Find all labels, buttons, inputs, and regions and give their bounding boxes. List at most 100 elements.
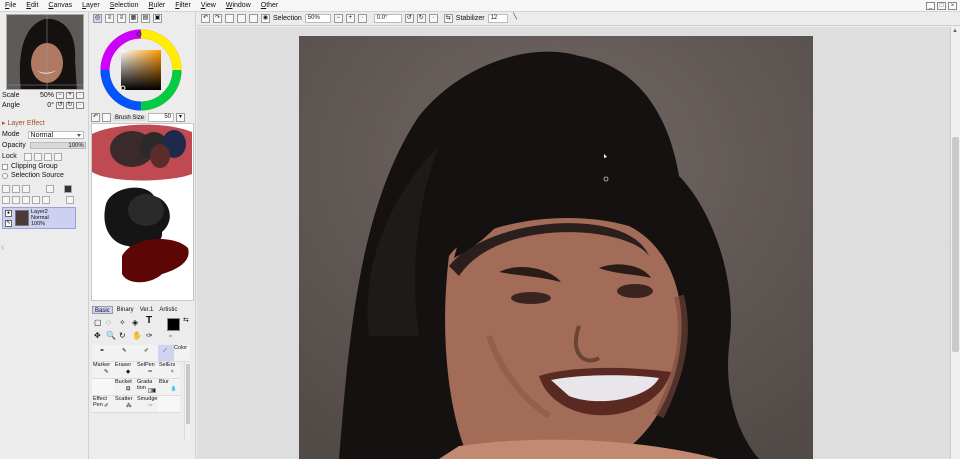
toolbar-rotate-left-icon[interactable]: ↺ xyxy=(404,14,414,23)
layer-color-icon[interactable] xyxy=(64,184,72,193)
toolbar-zoom-reset-icon[interactable]: · xyxy=(357,14,367,23)
rotate-left-button[interactable]: ↺ xyxy=(56,102,64,109)
tab-binary[interactable]: Binary xyxy=(115,306,136,314)
selection-source-radio[interactable] xyxy=(2,172,8,179)
zoom-select[interactable]: 50% xyxy=(304,14,331,23)
swatches-tab-icon[interactable]: ▤ xyxy=(141,14,150,23)
tool-scatter[interactable]: Scatter ⁂ xyxy=(114,396,136,413)
move-icon[interactable]: ✥ xyxy=(94,332,101,340)
color-mixer-tab-icon[interactable]: ▦ xyxy=(129,14,138,23)
lasso-icon[interactable]: ◌ xyxy=(106,319,111,327)
undo-icon[interactable]: ↶ xyxy=(201,14,210,23)
left-collapse-arrow-icon[interactable]: ‹ xyxy=(1,242,4,253)
menu-selection[interactable]: Selection xyxy=(105,0,144,12)
layer-settings-icon[interactable] xyxy=(66,195,74,204)
stabilizer-select[interactable]: 12 xyxy=(487,14,508,23)
tool-airbrush[interactable]: ✎ xyxy=(114,345,136,362)
toolbar-zoom-in-icon[interactable]: + xyxy=(345,14,355,23)
layer-mask-icon[interactable] xyxy=(22,184,30,193)
primary-color-swatch[interactable] xyxy=(167,318,180,331)
tool-smudge[interactable]: Smudge ☞ xyxy=(136,396,158,413)
close-button[interactable]: × xyxy=(948,2,957,10)
menu-edit[interactable]: Edit xyxy=(21,0,43,12)
minimize-button[interactable]: _ xyxy=(926,2,935,10)
text-tool-icon[interactable]: T xyxy=(146,316,152,326)
delete-layer-icon[interactable] xyxy=(42,195,50,204)
tool-blur[interactable]: Blur 💧 xyxy=(158,379,180,396)
zoom-icon[interactable]: 🔍 xyxy=(106,332,116,340)
tool-effect-pen[interactable]: Effect Pen ✐ xyxy=(92,396,114,413)
redo-icon[interactable]: ↷ xyxy=(213,14,222,23)
menu-window[interactable]: Window xyxy=(221,0,256,12)
tool-list-scrollbar[interactable] xyxy=(184,362,190,440)
swap-colors-icon[interactable]: ⇆ xyxy=(183,317,189,324)
rgb-slider-tab-icon[interactable]: ≡ xyxy=(105,14,114,23)
merge-visible-icon[interactable] xyxy=(22,195,30,204)
canvas-area[interactable]: › xyxy=(197,27,952,459)
transparent-color-icon[interactable]: ▫ xyxy=(169,333,171,340)
rotate-icon[interactable]: ↻ xyxy=(119,332,126,340)
zoom-reset-button[interactable]: · xyxy=(76,92,84,99)
toolbar-rotate-reset-icon[interactable]: · xyxy=(428,14,438,23)
navigator-thumbnail[interactable] xyxy=(6,14,84,90)
undo-color-icon[interactable]: ↶ xyxy=(91,113,100,122)
new-layer-icon[interactable] xyxy=(2,184,10,193)
zoom-in-button[interactable]: + xyxy=(66,92,74,99)
tab-basic[interactable]: Basic xyxy=(92,306,113,314)
tool-color[interactable]: Color xyxy=(174,345,190,362)
menu-ruler[interactable]: Ruler xyxy=(143,0,170,12)
artwork-canvas[interactable] xyxy=(299,36,813,459)
flip-icon[interactable] xyxy=(46,184,54,193)
scratchpad-tab-icon[interactable]: ▣ xyxy=(153,14,162,23)
color-wheel-tab-icon[interactable]: ◎ xyxy=(93,14,102,23)
menu-filter[interactable]: Filter xyxy=(170,0,196,12)
toolbar-rotate-right-icon[interactable]: ↻ xyxy=(416,14,426,23)
tool-watercolor[interactable]: ⟋ xyxy=(158,345,174,362)
rotate-right-button[interactable]: ↻ xyxy=(66,102,74,109)
scale-value[interactable]: 50% xyxy=(28,92,54,99)
scratchpad[interactable] xyxy=(91,123,194,301)
brush-size-value[interactable]: 50 xyxy=(148,113,175,122)
layer-effect-header[interactable]: ▸ Layer Effect xyxy=(2,119,87,128)
vertical-scrollbar[interactable]: ▲ xyxy=(950,27,960,459)
tool-brush[interactable]: ✐ xyxy=(136,345,158,362)
clear-icon[interactable] xyxy=(249,14,258,23)
hsv-slider-tab-icon[interactable]: ≡ xyxy=(117,14,126,23)
select-pen-icon[interactable]: ◈ xyxy=(132,319,138,327)
tool-selers[interactable]: SelErs ✧ xyxy=(158,362,180,379)
clipping-group-checkbox[interactable] xyxy=(2,163,8,170)
magic-wand-icon[interactable]: ✧ xyxy=(119,319,126,327)
toolbar-zoom-out-icon[interactable]: − xyxy=(333,14,343,23)
tool-marker[interactable]: Marker ✎ xyxy=(92,362,114,379)
menu-canvas[interactable]: Canvas xyxy=(43,0,77,12)
invert-selection-icon[interactable] xyxy=(237,14,246,23)
angle-value[interactable]: 0° xyxy=(28,102,54,109)
color-wheel[interactable] xyxy=(99,28,183,112)
clear-layer-icon[interactable] xyxy=(32,195,40,204)
flip-horizontal-icon[interactable]: ⇆ xyxy=(443,14,453,23)
rect-select-icon[interactable]: ▢ xyxy=(94,319,102,327)
tool-gradation[interactable]: Grada tion xyxy=(136,379,158,396)
transfer-down-icon[interactable] xyxy=(2,195,10,204)
new-folder-icon[interactable] xyxy=(12,184,20,193)
tool-selpen[interactable]: SelPen ✑ xyxy=(136,362,158,379)
scroll-thumb[interactable] xyxy=(952,137,959,352)
blend-mode-select[interactable]: Normal xyxy=(27,130,84,139)
restore-button[interactable]: □ xyxy=(937,2,946,10)
scroll-up-icon[interactable]: ▲ xyxy=(952,28,958,34)
rotate-reset-button[interactable]: · xyxy=(76,102,84,109)
menu-layer[interactable]: Layer xyxy=(77,0,105,12)
hand-icon[interactable]: ✋ xyxy=(132,332,142,340)
eye-icon[interactable]: ● xyxy=(5,210,12,217)
tab-artistic[interactable]: Artistic xyxy=(157,306,179,314)
eyedropper-icon[interactable]: ✑ xyxy=(146,332,153,340)
lock-transparency-icon[interactable] xyxy=(24,152,32,161)
layer-item[interactable]: ● ✎ Layer2 Normal 100% xyxy=(2,207,76,229)
rotation-select[interactable]: 0.0° xyxy=(373,14,402,23)
tool-bucket[interactable]: Bucket ⛾ xyxy=(114,379,136,396)
lock-pen-icon[interactable] xyxy=(34,152,42,161)
zoom-out-button[interactable]: − xyxy=(56,92,64,99)
tool-eraser[interactable]: Eraser ◆ xyxy=(114,362,136,379)
lock-move-icon[interactable] xyxy=(44,152,52,161)
tab-ver1[interactable]: Ver.1 xyxy=(138,306,156,314)
